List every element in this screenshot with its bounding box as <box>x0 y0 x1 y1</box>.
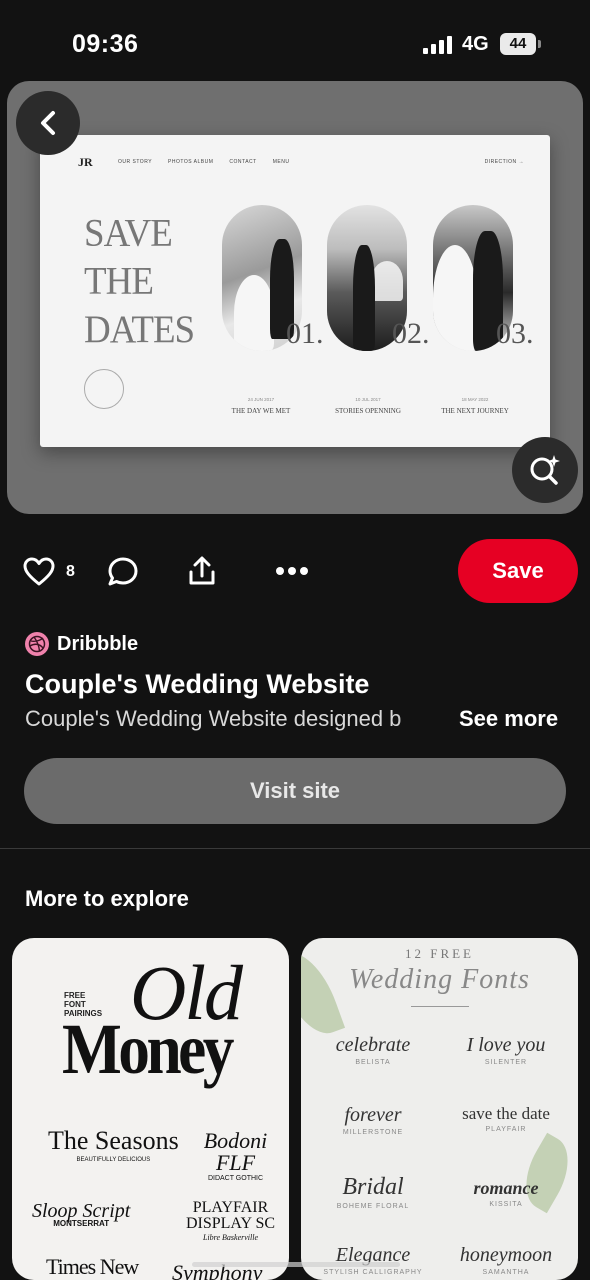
card-small-line: FREE <box>64 991 86 1000</box>
moment-number: 03. <box>496 317 534 350</box>
explore-card-wedding-fonts[interactable]: 12 FREE Wedding Fonts celebrate BELISTA … <box>301 938 578 1280</box>
mockup-nav-item: CONTACT <box>229 159 257 165</box>
font-sample: honeymoon SAMANTHA <box>446 1244 566 1276</box>
font-sample-sub: DIDACT GOTHIC <box>207 1175 264 1182</box>
font-sample-name: Bodoni FLF <box>203 1128 268 1175</box>
font-sample-name: forever <box>344 1104 402 1126</box>
battery-icon: 44 <box>500 33 541 55</box>
share-icon <box>189 556 215 585</box>
moment-caption: THE DAY WE MET <box>231 407 291 415</box>
font-sample-name: Bridal <box>342 1174 404 1200</box>
dribbble-icon <box>25 632 49 656</box>
comment-button[interactable] <box>106 556 140 588</box>
font-sample-label: SAMANTHA <box>482 1269 530 1276</box>
font-sample: celebrate BELISTA <box>313 1034 433 1066</box>
mockup-direction-link: DIRECTION → <box>484 159 524 165</box>
more-to-explore-heading: More to explore <box>25 886 189 911</box>
pin-actions: 8 Save <box>0 539 590 604</box>
font-sample-name: PLAYFAIR DISPLAY SC <box>185 1199 276 1232</box>
font-sample-name: save the date <box>462 1104 550 1123</box>
moment-caption: STORIES OPENNING <box>335 407 401 415</box>
font-sample-times: Times New <box>46 1254 139 1279</box>
website-mockup: JR OUR STORY PHOTOS ALBUM CONTACT MENU D… <box>40 135 550 447</box>
card-rule <box>411 1006 469 1007</box>
save-button[interactable]: Save <box>458 539 578 603</box>
home-indicator[interactable] <box>192 1262 400 1267</box>
font-sample: romance KISSITA <box>446 1178 566 1208</box>
font-sample-label: KISSITA <box>489 1201 523 1208</box>
like-count: 8 <box>66 563 75 580</box>
explore-card-font-pairings[interactable]: FREE FONT PAIRINGS Old Money The Seasons… <box>12 938 289 1280</box>
moment-number: 01. <box>286 317 324 350</box>
font-sample: forever MILLERSTONE <box>313 1104 433 1136</box>
card-title: Wedding Fonts <box>349 964 530 995</box>
font-sample-label: BOHEME FLORAL <box>336 1203 410 1210</box>
pin-image[interactable]: JR OUR STORY PHOTOS ALBUM CONTACT MENU D… <box>7 81 583 514</box>
font-sample: I love you SILENTER <box>446 1034 566 1066</box>
pin-title: Couple's Wedding Website <box>25 669 370 699</box>
heart-icon <box>23 557 55 586</box>
font-sample: Bridal BOHEME FLORAL <box>313 1174 433 1210</box>
ellipsis-icon <box>276 567 308 575</box>
headline-line: THE <box>84 259 154 303</box>
network-type: 4G <box>462 33 489 55</box>
moment-caption: THE NEXT JOURNEY <box>441 407 509 415</box>
signal-icon <box>423 34 453 54</box>
font-sample-sloop: Sloop Script MONTSERRAT <box>32 1200 130 1228</box>
font-sample-name: romance <box>473 1178 539 1198</box>
pin-description: Couple's Wedding Website designed b <box>25 706 402 731</box>
mockup-seal <box>84 369 124 409</box>
card-money-text: Money <box>62 1009 234 1089</box>
mockup-nav-item: PHOTOS ALBUM <box>168 159 214 165</box>
font-sample-sub: BEAUTIFULLY DELICIOUS <box>76 1157 151 1163</box>
status-time: 09:36 <box>72 30 139 58</box>
font-sample-label: STYLISH CALLIGRAPHY <box>323 1269 423 1276</box>
description-fade <box>395 706 455 736</box>
mockup-nav-item: OUR STORY <box>118 159 153 165</box>
status-bar: 09:36 4G 44 <box>0 0 590 80</box>
font-sample-name: honeymoon <box>459 1244 553 1266</box>
headline-line: DATES <box>84 308 195 352</box>
font-sample-name: The Seasons <box>48 1126 179 1155</box>
mockup-nav-item: MENU <box>272 159 290 165</box>
share-button[interactable] <box>185 554 219 588</box>
font-sample-label: BELISTA <box>355 1059 391 1066</box>
chevron-left-icon <box>41 111 55 135</box>
font-sample-name: celebrate <box>335 1034 411 1056</box>
see-more-link[interactable]: See more <box>459 706 558 732</box>
moment-date: 10 JUL 2017 <box>355 397 381 402</box>
comment-icon <box>108 557 138 586</box>
font-sample-name: I love you <box>466 1034 546 1056</box>
font-sample-label: SILENTER <box>484 1059 528 1066</box>
font-sample-sub: Libre Baskerville <box>202 1233 259 1242</box>
mockup-headline: SAVE THE DATES <box>84 210 195 355</box>
section-divider <box>0 848 590 849</box>
mockup-logo: JR <box>78 155 93 169</box>
back-button[interactable] <box>16 91 80 155</box>
pin-source[interactable]: Dribbble <box>25 632 138 656</box>
headline-line: SAVE <box>84 211 173 255</box>
more-options-button[interactable] <box>274 560 310 582</box>
font-sample-bodoni: Bodoni FLF DIDACT GOTHIC <box>182 1130 289 1184</box>
card-heading: 12 FREE <box>404 946 475 961</box>
font-sample-playfair: PLAYFAIR DISPLAY SC Libre Baskerville <box>172 1200 289 1244</box>
lens-search-icon <box>530 455 560 485</box>
moment-number: 02. <box>392 317 430 350</box>
like-button[interactable] <box>22 556 56 588</box>
mockup-nav: OUR STORY PHOTOS ALBUM CONTACT MENU <box>118 159 289 165</box>
font-sample: save the date PLAYFAIR <box>446 1104 566 1133</box>
visual-search-button[interactable] <box>512 437 578 503</box>
font-sample-label: PLAYFAIR <box>485 1126 527 1133</box>
font-sample-seasons: The Seasons BEAUTIFULLY DELICIOUS <box>48 1128 179 1164</box>
visit-site-button[interactable]: Visit site <box>24 758 566 824</box>
font-sample-label: MILLERSTONE <box>342 1129 404 1136</box>
font-sample: Elegance STYLISH CALLIGRAPHY <box>313 1244 433 1276</box>
moment-date: 24 JUN 2017 <box>247 397 275 402</box>
moment-date: 18 MAY 2022 <box>461 397 489 402</box>
source-name: Dribbble <box>57 632 139 655</box>
